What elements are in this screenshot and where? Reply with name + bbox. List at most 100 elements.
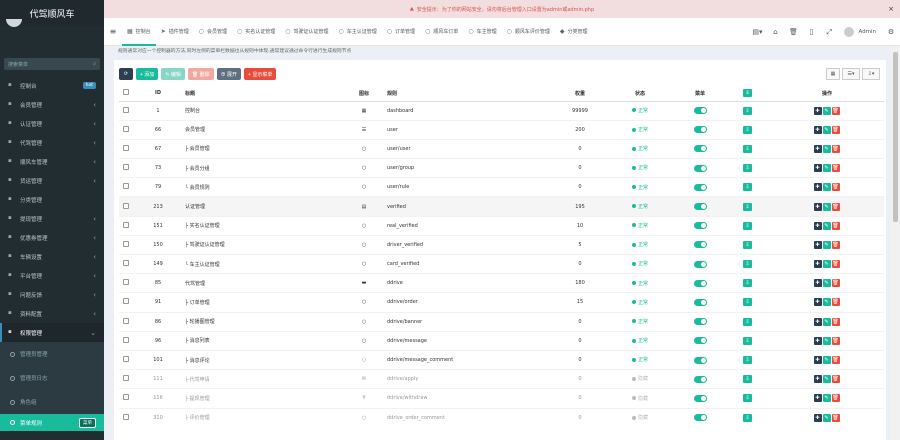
row-checkbox[interactable] — [119, 100, 133, 121]
download-icon[interactable]: ⇩ — [743, 356, 752, 365]
add-child-icon[interactable]: ✚ — [813, 106, 822, 115]
menu-toggle[interactable] — [693, 203, 707, 211]
menu-toggle[interactable] — [693, 260, 707, 268]
edit-icon[interactable]: ✎ — [822, 183, 831, 192]
sidebar-item[interactable]: ▪ 车辆设置 ‹ — [0, 247, 104, 266]
sidebar-item[interactable]: ▪ 问题反馈 ‹ — [0, 285, 104, 304]
sidebar-subitem[interactable]: 管理员管理 — [0, 342, 104, 366]
edit-icon[interactable]: ✎ — [822, 375, 831, 384]
sidebar-item[interactable]: ▪ 平台管理 ‹ — [0, 266, 104, 285]
table-row[interactable]: 116 ├ 提现管理 ¥ ddrive/withdraw 0 隐藏 ⇩ ✚ ✎ 🗑 — [119, 388, 884, 408]
menu-toggle[interactable] — [693, 183, 707, 191]
sidebar-item[interactable]: ▪ 提现管理 ‹ — [0, 209, 104, 228]
admin-menu[interactable]: Admin — [838, 27, 882, 37]
edit-icon[interactable]: ✎ — [822, 125, 831, 134]
delete-icon[interactable]: 🗑 — [831, 202, 840, 211]
menu-toggle[interactable] — [693, 318, 707, 326]
page-scrollbar[interactable] — [891, 46, 900, 440]
table-row[interactable]: 1 控制台 ▦ dashboard 99999 正常 ⇩ ✚ ✎ 🗑 — [119, 100, 884, 121]
edit-icon[interactable]: ✎ — [822, 298, 831, 307]
nav-tab[interactable]: ○ 车主认证管理 — [334, 18, 382, 46]
download-icon[interactable]: ⇩ — [743, 394, 752, 403]
table-row[interactable]: 67 ├ 会员管理 ○ user/user 0 正常 ⇩ ✚ ✎ 🗑 — [119, 138, 884, 159]
add-child-icon[interactable]: ✚ — [813, 279, 822, 288]
add-child-icon[interactable]: ✚ — [813, 317, 822, 326]
edit-icon[interactable]: ✎ — [822, 240, 831, 249]
table-row[interactable]: 86 ├ 轮播图管理 ○ ddrive/banner 0 正常 ⇩ ✚ ✎ 🗑 — [119, 311, 884, 332]
refresh-cache-icon[interactable]: ▯ — [802, 28, 820, 36]
nav-tab[interactable]: ○ 实名认证管理 — [232, 18, 280, 46]
menu-toggle[interactable] — [693, 337, 707, 345]
add-child-icon[interactable]: ✚ — [813, 336, 822, 345]
sidebar-subitem[interactable]: 角色组 — [0, 390, 104, 414]
expand-button[interactable]: ⊕ 展开 — [216, 68, 242, 80]
delete-icon[interactable]: 🗑 — [831, 106, 840, 115]
row-checkbox[interactable] — [119, 253, 133, 274]
brand[interactable]: 代驾顺风车 — [0, 0, 104, 27]
table-row[interactable]: 91 ├ 订单管理 ○ ddrive/order 15 正常 ⇩ ✚ ✎ 🗑 — [119, 292, 884, 313]
menu-toggle[interactable] — [693, 126, 707, 134]
download-icon[interactable]: ⇩ — [743, 164, 752, 173]
download-icon[interactable]: ⇩ — [743, 317, 752, 326]
settings-gear-icon[interactable]: ⚙ — [882, 28, 900, 36]
edit-icon[interactable]: ✎ — [822, 164, 831, 173]
row-checkbox[interactable] — [119, 196, 133, 217]
table-row[interactable]: 151 ├ 实名认证管理 ○ real_verified 10 正常 ⇩ ✚ ✎ 🗑 — [119, 215, 884, 236]
row-checkbox[interactable] — [119, 407, 133, 428]
table-row[interactable]: 213 认证管理 ▤ verified 195 正常 ⇩ ✚ ✎ 🗑 — [119, 196, 884, 217]
sidebar-item[interactable]: ▪ 权限管理 ⌄ — [0, 323, 104, 342]
refresh-button[interactable]: ⟳ — [119, 68, 133, 80]
sidebar-item[interactable]: ▪ 认证管理 ‹ — [0, 114, 104, 133]
sidebar-subitem[interactable]: 管理员日志 — [0, 366, 104, 390]
scrollbar-thumb[interactable] — [893, 52, 898, 222]
delete-icon[interactable]: 🗑 — [831, 394, 840, 403]
delete-icon[interactable]: 🗑 — [831, 183, 840, 192]
edit-icon[interactable]: ✎ — [822, 356, 831, 365]
delete-icon[interactable]: 🗑 — [831, 317, 840, 326]
col-download[interactable]: ⇩ — [725, 86, 770, 102]
export-dropdown-icon[interactable]: ⇩▾ — [862, 68, 880, 80]
nav-tab[interactable]: ○ 车主管理 — [463, 18, 501, 46]
download-icon[interactable]: ⇩ — [743, 89, 752, 98]
download-icon[interactable]: ⇩ — [743, 144, 752, 153]
add-child-icon[interactable]: ✚ — [813, 144, 822, 153]
delete-icon[interactable]: 🗑 — [831, 298, 840, 307]
menu-toggle[interactable] — [693, 375, 707, 383]
table-row[interactable]: 96 ├ 消息列表 ○ ddrive/message 0 正常 ⇩ ✚ ✎ 🗑 — [119, 330, 884, 351]
add-child-icon[interactable]: ✚ — [813, 164, 822, 173]
home-icon[interactable]: ⌂ — [766, 28, 784, 36]
download-icon[interactable]: ⇩ — [743, 298, 752, 307]
download-icon[interactable]: ⇩ — [743, 260, 752, 269]
delete-icon[interactable]: 🗑 — [831, 413, 840, 422]
nav-tab[interactable]: ○ 会员管理 — [194, 18, 232, 46]
add-child-icon[interactable]: ✚ — [813, 394, 822, 403]
col-status[interactable]: 状态 — [605, 86, 675, 102]
col-menu[interactable]: 菜单 — [675, 86, 725, 102]
add-child-icon[interactable]: ✚ — [813, 183, 822, 192]
edit-button[interactable]: ✎ 编辑 — [161, 68, 185, 80]
col-title[interactable]: 标题 — [183, 86, 343, 102]
sidebar-item[interactable]: ▪ 货运管理 ‹ — [0, 171, 104, 190]
table-row[interactable]: 101 ├ 消息评论 ◌ ddrive/message_comment 0 正常 ⇩ ✚ ✎ 🗑 — [119, 349, 884, 370]
nav-tab[interactable]: ○ 驾驶证认证管理 — [280, 18, 333, 46]
download-icon[interactable]: ⇩ — [743, 375, 752, 384]
edit-icon[interactable]: ✎ — [822, 144, 831, 153]
row-checkbox[interactable] — [119, 119, 133, 140]
menu-toggle-icon[interactable]: ≡ — [104, 27, 122, 36]
menu-toggle[interactable] — [693, 222, 707, 230]
col-rule[interactable]: 规则 — [385, 86, 555, 102]
add-child-icon[interactable]: ✚ — [813, 202, 822, 211]
add-child-icon[interactable]: ✚ — [813, 260, 822, 269]
row-checkbox[interactable] — [119, 158, 133, 178]
edit-icon[interactable]: ✎ — [822, 336, 831, 345]
edit-icon[interactable]: ✎ — [822, 202, 831, 211]
trash-icon[interactable]: 🗑 — [784, 28, 802, 36]
download-icon[interactable]: ⇩ — [743, 202, 752, 211]
add-child-icon[interactable]: ✚ — [813, 375, 822, 384]
menu-toggle[interactable] — [693, 164, 707, 172]
add-button[interactable]: + 添加 — [136, 68, 159, 80]
sidebar-item[interactable]: ▪ 控制台 hot — [0, 76, 104, 95]
menu-toggle[interactable] — [693, 414, 707, 422]
row-checkbox[interactable] — [119, 388, 133, 408]
tab-menu-dropdown-icon[interactable]: ▤▾ — [748, 28, 766, 36]
